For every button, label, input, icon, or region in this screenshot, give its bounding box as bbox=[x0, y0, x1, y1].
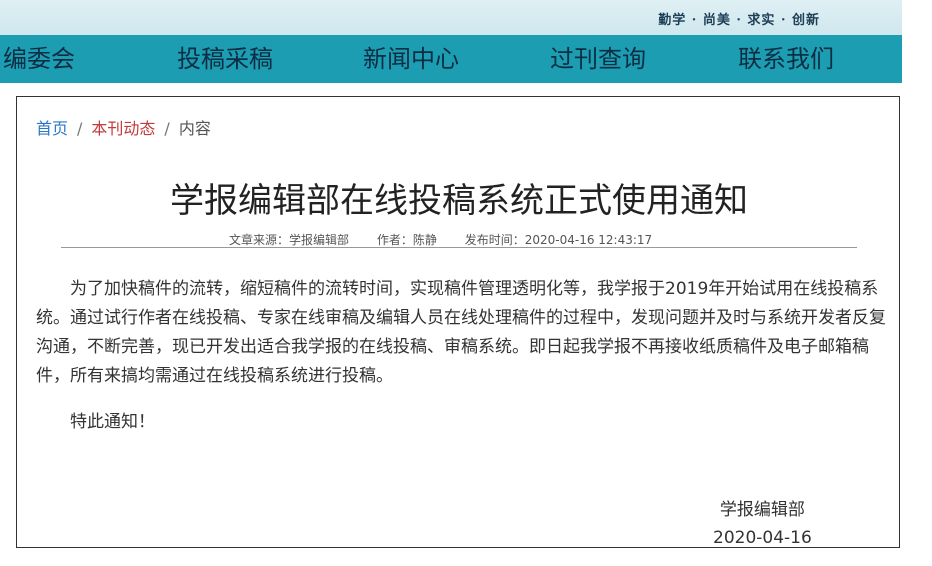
nav-item-news-center[interactable]: 新闻中心 bbox=[363, 35, 459, 83]
main-nav: 编委会 投稿采稿 新闻中心 过刊查询 联系我们 bbox=[0, 35, 902, 83]
meta-author-value: 陈静 bbox=[412, 233, 437, 247]
article-title: 学报编辑部在线投稿系统正式使用通知 bbox=[170, 181, 748, 221]
nav-item-submission[interactable]: 投稿采稿 bbox=[177, 35, 273, 83]
meta-date-value: 2020-04-16 12:43:17 bbox=[524, 233, 653, 247]
meta-author-label: 作者： bbox=[376, 233, 413, 247]
signature-org: 学报编辑部 bbox=[719, 500, 805, 520]
meta-source-label: 文章来源： bbox=[229, 233, 290, 247]
meta-date-label: 发布时间： bbox=[464, 233, 525, 247]
meta-source: 文章来源：学报编辑部 bbox=[229, 233, 349, 247]
article-body: 为了加快稿件的流转，缩短稿件的流转时间，实现稿件管理透明化等，我学报于2019年… bbox=[36, 275, 898, 437]
nav-item-past-issues[interactable]: 过刊查询 bbox=[550, 35, 646, 83]
breadcrumb-home-link[interactable]: 首页 bbox=[36, 119, 68, 138]
nav-item-editorial-board[interactable]: 编委会 bbox=[3, 35, 75, 83]
article-container: 首页 / 本刊动态 / 内容 学报编辑部在线投稿系统正式使用通知 文章来源：学报编辑部 … bbox=[16, 96, 900, 548]
article-paragraph: 特此通知！ bbox=[70, 412, 155, 432]
article-paragraph: 为了加快稿件的流转，缩短稿件的流转时间，实现稿件管理透明化等，我学报于2019年… bbox=[36, 279, 886, 386]
article-signature: 学报编辑部 2020-04-16 bbox=[713, 496, 812, 552]
meta-source-value: 学报编辑部 bbox=[289, 233, 350, 247]
breadcrumb-separator: / bbox=[164, 119, 170, 138]
meta-date: 发布时间：2020-04-16 12:43:17 bbox=[465, 233, 652, 247]
breadcrumb-section-link[interactable]: 本刊动态 bbox=[91, 119, 155, 138]
breadcrumb-separator: / bbox=[77, 119, 83, 138]
breadcrumb-current: 内容 bbox=[178, 119, 211, 138]
nav-item-contact-us[interactable]: 联系我们 bbox=[738, 35, 834, 83]
meta-author: 作者：陈静 bbox=[377, 233, 437, 247]
breadcrumb: 首页 / 本刊动态 / 内容 bbox=[36, 115, 211, 139]
article-meta: 文章来源：学报编辑部 作者：陈静 发布时间：2020-04-16 12:43:1… bbox=[229, 231, 652, 248]
title-divider bbox=[61, 247, 857, 248]
school-motto: 勤学 · 尚美 · 求实 · 创新 bbox=[658, 13, 820, 28]
signature-date: 2020-04-16 bbox=[713, 528, 812, 548]
top-banner: 勤学 · 尚美 · 求实 · 创新 bbox=[0, 0, 902, 35]
